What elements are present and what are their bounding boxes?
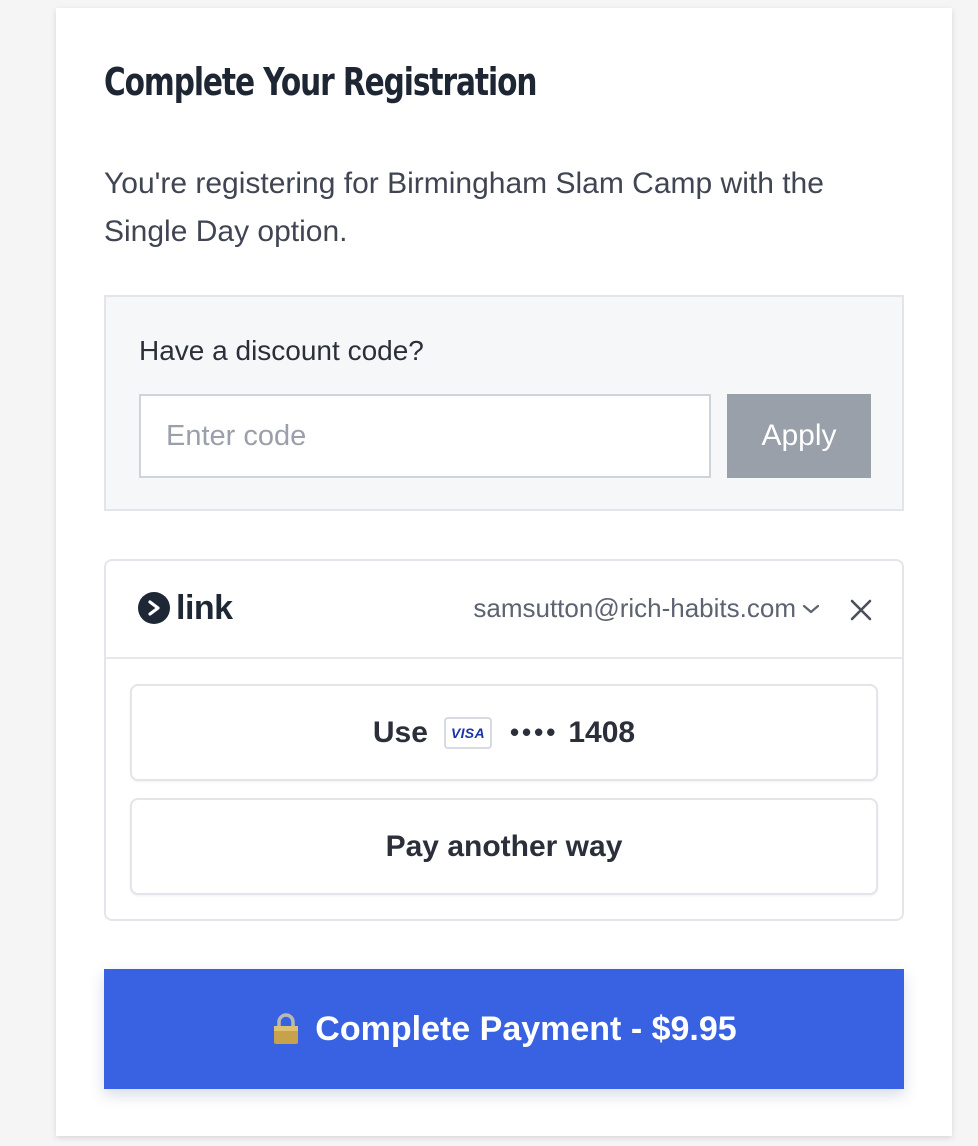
discount-section: Have a discount code? Apply — [104, 295, 904, 511]
registration-card: Complete Your Registration You're regist… — [56, 8, 952, 1136]
link-payment-panel: link samsutton@rich-habits.com Use VISA … — [104, 559, 904, 921]
close-icon[interactable] — [848, 597, 874, 623]
use-label: Use — [372, 715, 428, 749]
visa-icon: VISA — [443, 716, 492, 749]
link-logo-text: link — [176, 589, 233, 627]
page-title: Complete Your Registration — [104, 60, 537, 104]
card-last4: 1408 — [568, 715, 636, 749]
card-mask: •••• — [509, 717, 559, 747]
discount-label: Have a discount code? — [139, 335, 424, 366]
apply-button[interactable]: Apply — [727, 394, 871, 478]
link-email: samsutton@rich-habits.com — [473, 593, 796, 623]
link-logo-icon — [138, 592, 170, 624]
registration-description: You're registering for Birmingham Slam C… — [104, 167, 824, 248]
discount-code-input[interactable] — [139, 394, 711, 478]
link-account-dropdown[interactable]: samsutton@rich-habits.com — [473, 593, 820, 624]
use-saved-card-button[interactable]: Use VISA •••• 1408 — [130, 684, 878, 781]
pay-another-way-button[interactable]: Pay another way — [130, 798, 878, 895]
complete-payment-label: Complete Payment - $9.95 — [315, 1009, 737, 1048]
link-logo: link — [138, 591, 233, 625]
complete-payment-button[interactable]: Complete Payment - $9.95 — [104, 969, 904, 1089]
link-header: link samsutton@rich-habits.com — [106, 561, 902, 659]
lock-icon — [271, 1013, 301, 1045]
chevron-down-icon — [802, 603, 820, 615]
